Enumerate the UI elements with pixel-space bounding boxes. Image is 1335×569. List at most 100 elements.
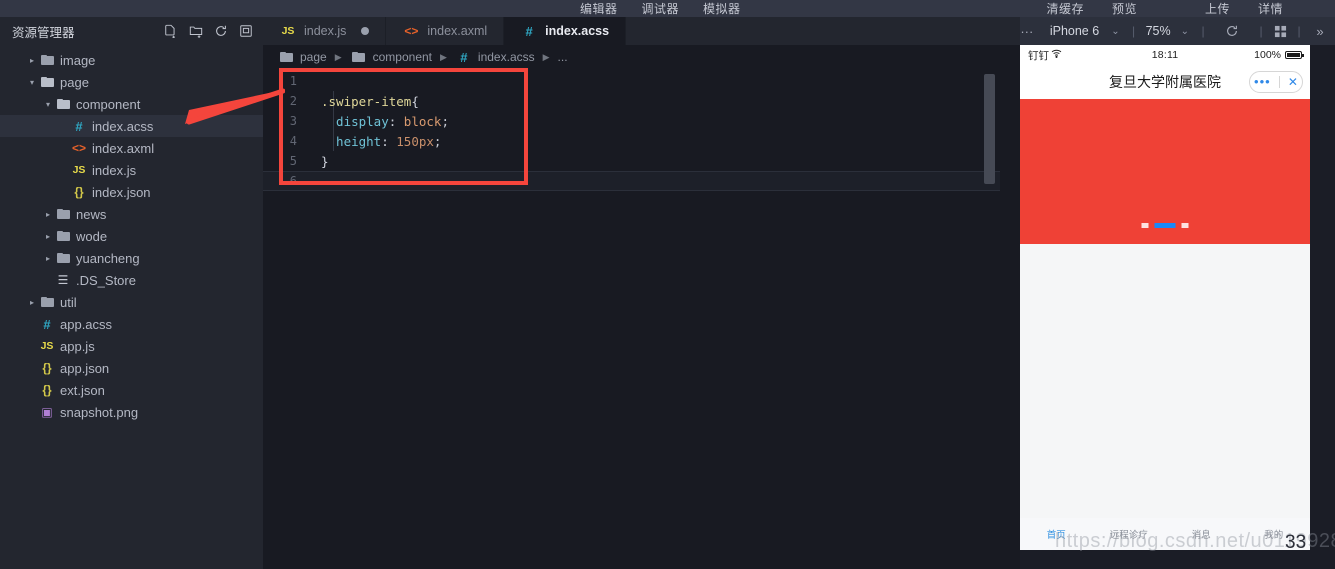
tree-item-label: app.js bbox=[60, 338, 95, 354]
new-file-icon[interactable] bbox=[164, 24, 178, 39]
chevron-right-icon[interactable]: ▸ bbox=[42, 254, 54, 263]
menu-debugger[interactable]: 调试器 bbox=[642, 3, 680, 15]
phone-status-bar: 钉钉 18:11 100% bbox=[1020, 45, 1310, 65]
device-selector-label[interactable]: iPhone 6 bbox=[1040, 24, 1103, 38]
tree-item-label: index.json bbox=[92, 184, 151, 200]
menu-clear-cache[interactable]: 清缓存 bbox=[1046, 3, 1084, 15]
swiper-banner[interactable] bbox=[1020, 99, 1310, 244]
tree-item-index-axml[interactable]: <> index.axml bbox=[0, 137, 263, 159]
phone-time: 18:11 bbox=[1151, 49, 1179, 61]
breadcrumb-separator-icon: ▶ bbox=[440, 51, 447, 62]
code-line-4[interactable]: 4 height: 150px; bbox=[263, 131, 1020, 151]
tree-item-yuancheng[interactable]: ▸ yuancheng bbox=[0, 247, 263, 269]
explorer-actions bbox=[164, 24, 253, 39]
chevron-right-icon[interactable]: ▸ bbox=[26, 298, 38, 307]
menu-simulator[interactable]: 模拟器 bbox=[703, 3, 741, 15]
tree-item-wode[interactable]: ▸ wode bbox=[0, 225, 263, 247]
refresh-explorer-icon[interactable] bbox=[214, 24, 228, 38]
editor-vertical-scrollbar[interactable] bbox=[984, 74, 995, 184]
code-line-2[interactable]: 2 .swiper-item{ bbox=[263, 91, 1020, 111]
tree-item-snapshot-png[interactable]: ▣ snapshot.png bbox=[0, 401, 263, 423]
explorer-header: 资源管理器 bbox=[0, 17, 263, 45]
tree-item-app-json[interactable]: {} app.json bbox=[0, 357, 263, 379]
new-folder-icon[interactable] bbox=[189, 24, 203, 38]
code-line-3[interactable]: 3 display: block; bbox=[263, 111, 1020, 131]
menu-editor[interactable]: 编辑器 bbox=[580, 3, 618, 15]
code-token: ; bbox=[441, 113, 449, 129]
breadcrumb-label: component bbox=[372, 50, 432, 64]
code-token: ; bbox=[433, 133, 442, 149]
editor-tab-index-acss[interactable]: # index.acss bbox=[504, 17, 627, 45]
code-text: } bbox=[309, 154, 329, 169]
tree-item-index-js[interactable]: JS index.js bbox=[0, 159, 263, 181]
tree-item-label: util bbox=[60, 294, 77, 310]
menu-preview[interactable]: 预览 bbox=[1112, 3, 1137, 15]
chevron-right-icon[interactable]: ▸ bbox=[42, 232, 54, 241]
code-line-5[interactable]: 5} bbox=[263, 151, 1020, 171]
acss-file-icon: # bbox=[460, 49, 468, 65]
phone-content-area bbox=[1020, 244, 1310, 524]
tree-item-index-json[interactable]: {} index.json bbox=[0, 181, 263, 203]
tree-item-image[interactable]: ▸ image bbox=[0, 49, 263, 71]
chevron-right-icon[interactable]: ▸ bbox=[42, 210, 54, 219]
menu-upload[interactable]: 上传 bbox=[1205, 3, 1230, 15]
code-line-6[interactable]: 6 bbox=[263, 171, 1020, 191]
chevron-right-icon[interactable]: ▸ bbox=[26, 56, 38, 65]
editor-tab-label: index.js bbox=[304, 24, 347, 38]
line-number: 4 bbox=[289, 134, 297, 148]
wifi-icon bbox=[1051, 49, 1062, 61]
editor-tab-label: index.axml bbox=[427, 24, 488, 38]
tree-item-app-js[interactable]: JS app.js bbox=[0, 335, 263, 357]
refresh-icon[interactable] bbox=[1209, 17, 1255, 45]
swiper-indicator-dot[interactable] bbox=[1141, 223, 1149, 228]
axml-file-icon: <> bbox=[71, 141, 86, 155]
tree-item-label: component bbox=[76, 96, 141, 112]
folder-icon bbox=[54, 231, 72, 241]
tree-item-util[interactable]: ▸ util bbox=[0, 291, 263, 313]
chevron-down-icon[interactable]: ▾ bbox=[42, 100, 54, 109]
tree-item-news[interactable]: ▸ news bbox=[0, 203, 263, 225]
swiper-indicator-dot[interactable] bbox=[1181, 223, 1189, 228]
chevron-down-icon[interactable]: ▾ bbox=[26, 78, 38, 87]
swiper-indicator-dot[interactable] bbox=[1154, 223, 1176, 228]
code-token: display bbox=[321, 113, 389, 129]
breadcrumb-separator-icon: ▶ bbox=[334, 51, 342, 62]
code-token: } bbox=[321, 153, 329, 169]
tree-item-label: yuancheng bbox=[76, 250, 140, 266]
code-text: height: 150px; bbox=[309, 134, 441, 149]
editor-tab-index-axml[interactable]: <> index.axml bbox=[386, 17, 505, 45]
tree-item-app-acss[interactable]: # app.acss bbox=[0, 313, 263, 335]
menu-details[interactable]: 详情 bbox=[1258, 3, 1283, 15]
breadcrumb-item-file[interactable]: # index.acss bbox=[455, 49, 534, 65]
phone-tab-2[interactable]: 消息 bbox=[1165, 527, 1238, 541]
phone-tab-1[interactable]: 远程诊疗 bbox=[1093, 527, 1166, 541]
code-editor[interactable]: 1 2 .swiper-item{3 display: block; 4 height… bbox=[263, 69, 1020, 569]
unsaved-indicator-icon[interactable] bbox=[361, 27, 370, 35]
collapse-all-icon[interactable] bbox=[239, 24, 253, 38]
explorer-title: 资源管理器 bbox=[12, 25, 75, 40]
breadcrumb-label: page bbox=[300, 50, 327, 64]
tree-item-label: app.json bbox=[60, 360, 110, 376]
zoom-level-label[interactable]: 75% bbox=[1140, 24, 1173, 38]
tree-item--ds-store[interactable]: ☰ .DS_Store bbox=[0, 269, 263, 291]
zoom-chevron-down-icon[interactable]: ⌄ bbox=[1173, 26, 1197, 37]
capsule-more-icon[interactable]: ••• bbox=[1254, 75, 1271, 88]
grid-view-icon[interactable] bbox=[1267, 17, 1293, 45]
expand-panel-icon[interactable]: » bbox=[1305, 17, 1335, 45]
code-line-1[interactable]: 1 bbox=[263, 71, 1020, 91]
breadcrumb-item-component[interactable]: component bbox=[350, 50, 432, 64]
code-token: { bbox=[411, 93, 419, 109]
tree-item-ext-json[interactable]: {} ext.json bbox=[0, 379, 263, 401]
editor-tab-index-js[interactable]: JS index.js bbox=[263, 17, 387, 45]
acss-file-icon: # bbox=[75, 118, 83, 134]
breadcrumb-item-page[interactable]: page bbox=[277, 50, 327, 64]
device-chevron-down-icon[interactable]: ⌄ bbox=[1103, 26, 1127, 37]
ds-store-file-icon: ☰ bbox=[57, 273, 69, 287]
phone-battery-group: 100% bbox=[1178, 49, 1304, 61]
toolbar-separator-2: | bbox=[1201, 24, 1205, 38]
line-number: 1 bbox=[289, 74, 297, 88]
code-token: : bbox=[381, 133, 397, 149]
phone-tab-0[interactable]: 首页 bbox=[1020, 527, 1093, 541]
capsule-close-icon[interactable]: ✕ bbox=[1288, 75, 1298, 89]
breadcrumb-item-more[interactable]: ... bbox=[558, 50, 568, 64]
